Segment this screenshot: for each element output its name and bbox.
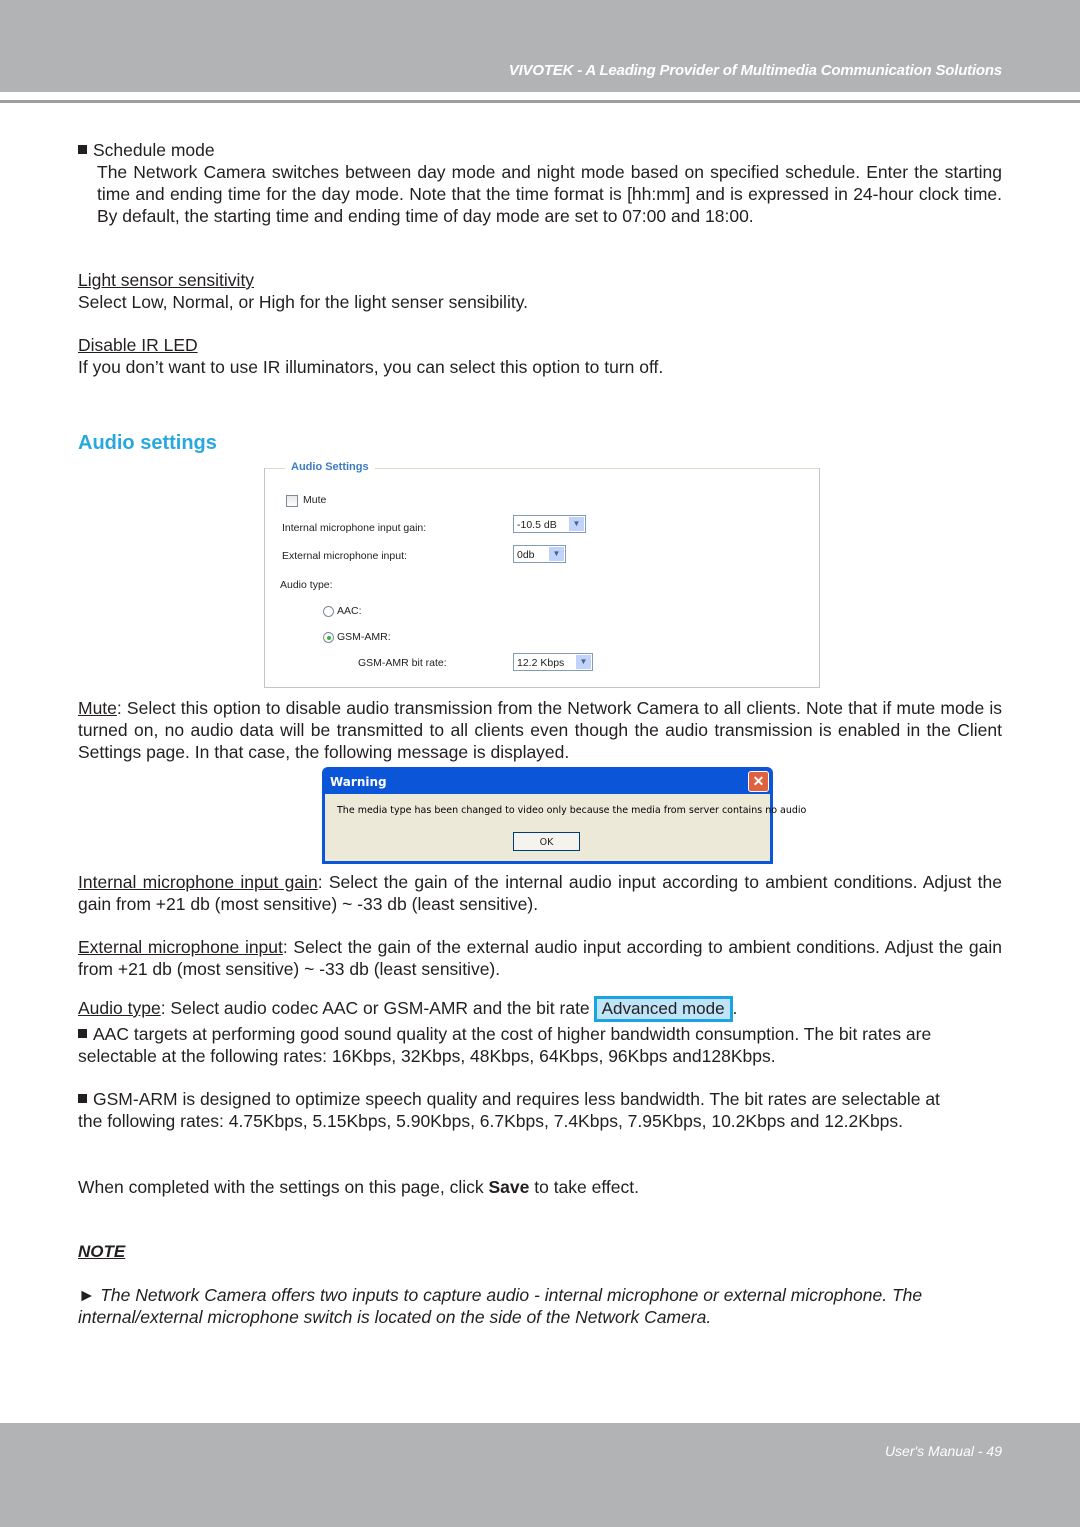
save-text-after: to take effect. xyxy=(529,1177,639,1197)
external-input-description: External microphone input: Select the ga… xyxy=(78,936,1002,980)
mute-body: : Select this option to disable audio tr… xyxy=(78,698,1002,762)
bullet-icon xyxy=(78,1094,87,1103)
disable-ir-body: If you don’t want to use IR illuminators… xyxy=(78,357,664,377)
chevron-down-icon: ▼ xyxy=(549,547,564,561)
triangle-right-icon: ► xyxy=(78,1285,96,1305)
mute-checkbox[interactable] xyxy=(286,495,298,507)
internal-gain-value: -10.5 dB xyxy=(517,519,557,531)
bullet-icon xyxy=(78,145,87,154)
page-header: VIVOTEK - A Leading Provider of Multimed… xyxy=(0,0,1080,92)
page-footer: User's Manual - 49 xyxy=(0,1423,1080,1527)
schedule-mode-label: Schedule mode xyxy=(93,140,215,160)
dialog-message: The media type has been changed to video… xyxy=(337,805,807,816)
header-title: VIVOTEK - A Leading Provider of Multimed… xyxy=(508,62,1002,79)
section-title: Audio settings xyxy=(78,432,217,454)
gsm-amr-radio[interactable] xyxy=(323,632,334,643)
chevron-down-icon: ▼ xyxy=(576,655,591,669)
external-input-select[interactable]: 0db ▼ xyxy=(513,545,566,563)
light-sensor-heading: Light sensor sensitivity xyxy=(78,270,255,290)
bullet-icon xyxy=(78,1029,87,1038)
gsm-bullet: GSM-ARM is designed to optimize speech q… xyxy=(78,1088,958,1132)
dialog-title: Warning xyxy=(330,775,387,789)
note-body: ► The Network Camera offers two inputs t… xyxy=(78,1284,1008,1328)
audio-type-label: Audio type: xyxy=(280,579,333,591)
aac-bullet: AAC targets at performing good sound qua… xyxy=(78,1023,978,1067)
panel-legend: Audio Settings xyxy=(285,461,375,473)
internal-gain-label: Internal microphone input gain: xyxy=(282,522,427,534)
internal-gain-description: Internal microphone input gain: Select t… xyxy=(78,871,1002,915)
ok-button[interactable]: OK xyxy=(513,832,580,851)
page-number: User's Manual - 49 xyxy=(884,1443,1002,1459)
mute-term: Mute xyxy=(78,698,117,718)
internal-gain-select[interactable]: -10.5 dB ▼ xyxy=(513,515,586,533)
mute-label: Mute xyxy=(303,494,327,506)
dialog-body: The media type has been changed to video… xyxy=(325,794,806,861)
chevron-down-icon: ▼ xyxy=(569,517,584,531)
aac-label: AAC: xyxy=(337,605,362,617)
save-text-before: When completed with the settings on this… xyxy=(78,1177,489,1197)
note-title: NOTE xyxy=(78,1242,126,1261)
gsm-bitrate-select[interactable]: 12.2 Kbps ▼ xyxy=(513,653,593,671)
gsm-amr-label: GSM-AMR: xyxy=(337,631,391,643)
audio-type-term: Audio type xyxy=(78,998,161,1018)
light-sensor-body: Select Low, Normal, or High for the ligh… xyxy=(78,292,529,312)
audio-type-body: : Select audio codec AAC or GSM-AMR and … xyxy=(160,998,590,1018)
advanced-mode-button[interactable]: Advanced mode xyxy=(593,996,733,1022)
external-input-value: 0db xyxy=(517,549,535,561)
header-divider xyxy=(0,100,1080,103)
external-input-label: External microphone input: xyxy=(282,550,407,562)
aac-bullet-text: AAC targets at performing good sound qua… xyxy=(78,1024,932,1066)
note-text: The Network Camera offers two inputs to … xyxy=(78,1285,923,1327)
gsm-bullet-text: GSM-ARM is designed to optimize speech q… xyxy=(78,1089,940,1131)
gsm-bitrate-value: 12.2 Kbps xyxy=(517,657,565,669)
audio-settings-panel: Audio Settings Mute Internal microphone … xyxy=(264,461,820,688)
close-icon[interactable]: ✕ xyxy=(748,771,769,792)
gsm-bitrate-label: GSM-AMR bit rate: xyxy=(358,657,447,669)
disable-ir-heading: Disable IR LED xyxy=(78,335,198,355)
internal-gain-term: Internal microphone input gain xyxy=(78,872,318,892)
save-keyword: Save xyxy=(488,1177,530,1197)
schedule-mode-heading: Schedule mode xyxy=(78,139,215,161)
audio-type-period: . xyxy=(732,998,738,1018)
save-instruction: When completed with the settings on this… xyxy=(78,1176,639,1198)
aac-radio[interactable] xyxy=(323,606,334,617)
audio-type-description: Audio type: Select audio codec AAC or GS… xyxy=(78,996,1002,1022)
schedule-mode-body: The Network Camera switches between day … xyxy=(97,162,1002,226)
warning-dialog: Warning ✕ The media type has been change… xyxy=(322,767,806,864)
external-input-term: External microphone input xyxy=(78,937,283,957)
mute-description: Mute: Select this option to disable audi… xyxy=(78,697,1002,763)
